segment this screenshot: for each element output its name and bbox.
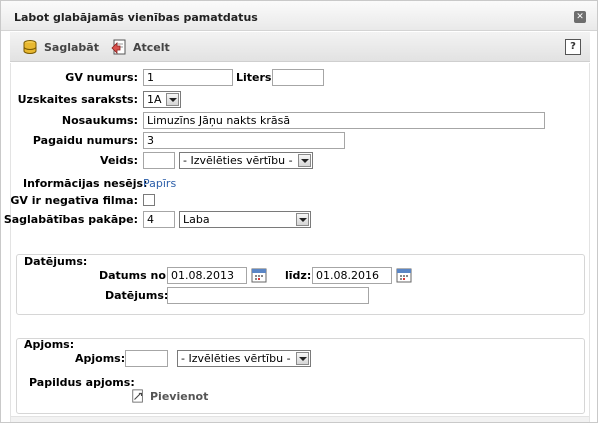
nosaukums-label: Nosaukums: bbox=[61, 114, 138, 127]
pakape-input[interactable]: 4 bbox=[143, 211, 175, 228]
lidz-label: līdz: bbox=[285, 269, 312, 282]
chevron-down-icon bbox=[298, 154, 311, 167]
toolbar: Saglabāt Atcelt ? bbox=[10, 32, 590, 62]
chevron-down-icon bbox=[166, 93, 179, 106]
datums-no-input[interactable]: 01.08.2013 bbox=[167, 267, 247, 284]
datejums-fieldset: Datējums: Datums no: 01.08.2013 līdz: 01… bbox=[16, 254, 585, 315]
negativa-checkbox[interactable] bbox=[143, 194, 155, 206]
liters-input[interactable] bbox=[272, 69, 324, 86]
pakape-select[interactable]: Laba bbox=[179, 211, 311, 228]
chevron-down-icon bbox=[296, 213, 309, 226]
apjoms-select[interactable]: - Izvēlēties vērtību - bbox=[177, 350, 311, 367]
liters-label: Liters: bbox=[236, 71, 276, 84]
pakape-select-value: Laba bbox=[183, 213, 210, 226]
save-icon bbox=[23, 40, 37, 54]
gv-numurs-label: GV numurs: bbox=[65, 71, 138, 84]
bottom-strip bbox=[11, 416, 589, 422]
add-button[interactable]: Pievienot bbox=[131, 388, 208, 404]
veids-input[interactable] bbox=[143, 152, 175, 169]
gv-numurs-input[interactable]: 1 bbox=[143, 69, 233, 86]
apjoms-input[interactable] bbox=[125, 350, 168, 367]
pagaidu-input[interactable]: 3 bbox=[143, 132, 345, 149]
chevron-down-icon bbox=[296, 352, 309, 365]
uzskaites-label: Uzskaites saraksts: bbox=[17, 93, 138, 106]
calendar-icon[interactable] bbox=[396, 267, 412, 283]
close-icon[interactable]: ✕ bbox=[574, 11, 586, 23]
dialog-title: Labot glabājamās vienības pamatdatus bbox=[14, 11, 258, 24]
pagaidu-label: Pagaidu numurs: bbox=[32, 134, 138, 147]
apjoms-label: Apjoms: bbox=[75, 352, 126, 365]
nesejs-label: Informācijas nesējs: bbox=[23, 177, 148, 190]
veids-label: Veids: bbox=[100, 154, 138, 167]
lidz-input[interactable]: 01.08.2016 bbox=[312, 267, 392, 284]
add-label: Pievienot bbox=[150, 389, 209, 403]
pakape-label: Saglabātības pakāpe: bbox=[3, 213, 138, 226]
datejums-legend: Datējums: bbox=[24, 255, 88, 268]
datejums-input[interactable] bbox=[167, 287, 369, 304]
apjoms-fieldset: Apjoms: Apjoms: - Izvēlēties vērtību - P… bbox=[16, 338, 585, 414]
cancel-label: Atcelt bbox=[133, 40, 170, 54]
datejums-field-label: Datējums: bbox=[105, 289, 169, 302]
apjoms-legend: Apjoms: bbox=[24, 338, 75, 351]
apjoms-select-value: - Izvēlēties vērtību - bbox=[181, 352, 291, 365]
edit-dialog: Labot glabājamās vienības pamatdatus ✕ S… bbox=[0, 0, 598, 423]
cancel-button[interactable]: Atcelt bbox=[111, 38, 170, 56]
save-button[interactable]: Saglabāt bbox=[22, 38, 99, 56]
title-bar: Labot glabājamās vienības pamatdatus ✕ bbox=[1, 1, 597, 31]
veids-select-value: - Izvēlēties vērtību - bbox=[183, 154, 293, 167]
veids-select[interactable]: - Izvēlēties vērtību - bbox=[179, 152, 313, 169]
papildus-label: Papildus apjoms: bbox=[29, 376, 135, 389]
nosaukums-input[interactable]: Limuzīns Jāņu nakts krāsā bbox=[143, 112, 545, 129]
uzskaites-select[interactable]: 1A bbox=[143, 91, 181, 108]
negativa-label: GV ir negatīva filma: bbox=[10, 194, 138, 207]
add-icon bbox=[132, 389, 143, 403]
datums-no-label: Datums no: bbox=[99, 269, 171, 282]
uzskaites-value: 1A bbox=[147, 93, 162, 106]
save-label: Saglabāt bbox=[44, 40, 99, 54]
cancel-icon bbox=[111, 39, 126, 55]
nesejs-link[interactable]: Papīrs bbox=[143, 177, 176, 190]
form-content: GV numurs: 1 Liters: Uzskaites saraksts:… bbox=[4, 63, 590, 422]
help-icon[interactable]: ? bbox=[565, 39, 581, 55]
calendar-icon[interactable] bbox=[251, 267, 267, 283]
